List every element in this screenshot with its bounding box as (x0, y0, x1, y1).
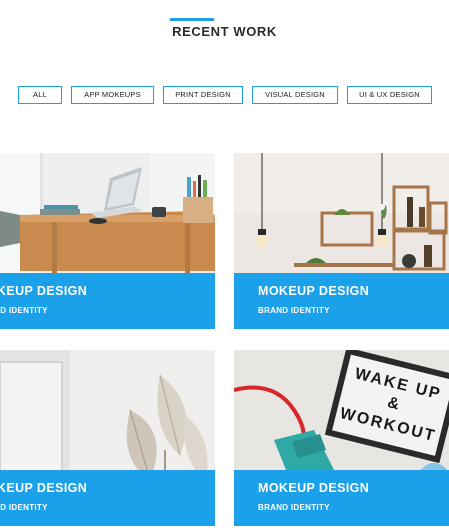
card-title: MOKEUP DESIGN (258, 481, 370, 495)
filter-print-design-button[interactable]: PRINT DESIGN (163, 86, 243, 104)
portfolio-card-leaves[interactable]: MOKEUP DESIGN BRAND IDENTITY (0, 350, 215, 526)
card-caption-overlay: MOKEUP DESIGN BRAND IDENTITY (234, 470, 449, 526)
card-subtitle: BRAND IDENTITY (258, 306, 330, 315)
card-title: MOKEUP DESIGN (258, 284, 370, 298)
portfolio-card-shelves[interactable]: MOKEUP DESIGN BRAND IDENTITY (234, 153, 449, 329)
filter-all-button[interactable]: ALL (18, 86, 62, 104)
card-caption-overlay: MOKEUP DESIGN BRAND IDENTITY (0, 470, 215, 526)
filter-ui-ux-design-button[interactable]: UI & UX DESIGN (347, 86, 432, 104)
card-subtitle: BRAND IDENTITY (0, 306, 48, 315)
portfolio-filter-bar: ALL APP MOKEUPS PRINT DESIGN VISUAL DESI… (0, 86, 449, 106)
portfolio-card-lightbox[interactable]: WAKE UP & WORKOUT MOKEUP DESIGN BRAND ID… (234, 350, 449, 526)
card-caption-overlay: MOKEUP DESIGN BRAND IDENTITY (0, 273, 215, 329)
section-title: RECENT WORK (172, 24, 277, 39)
card-title: MOKEUP DESIGN (0, 284, 88, 298)
filter-visual-design-button[interactable]: VISUAL DESIGN (252, 86, 338, 104)
card-title: MOKEUP DESIGN (0, 481, 88, 495)
portfolio-card-desk[interactable]: MOKEUP DESIGN BRAND IDENTITY (0, 153, 215, 329)
title-underline-accent (170, 18, 214, 21)
filter-app-mokeups-button[interactable]: APP MOKEUPS (71, 86, 154, 104)
card-caption-overlay: MOKEUP DESIGN BRAND IDENTITY (234, 273, 449, 329)
card-subtitle: BRAND IDENTITY (258, 503, 330, 512)
card-subtitle: BRAND IDENTITY (0, 503, 48, 512)
